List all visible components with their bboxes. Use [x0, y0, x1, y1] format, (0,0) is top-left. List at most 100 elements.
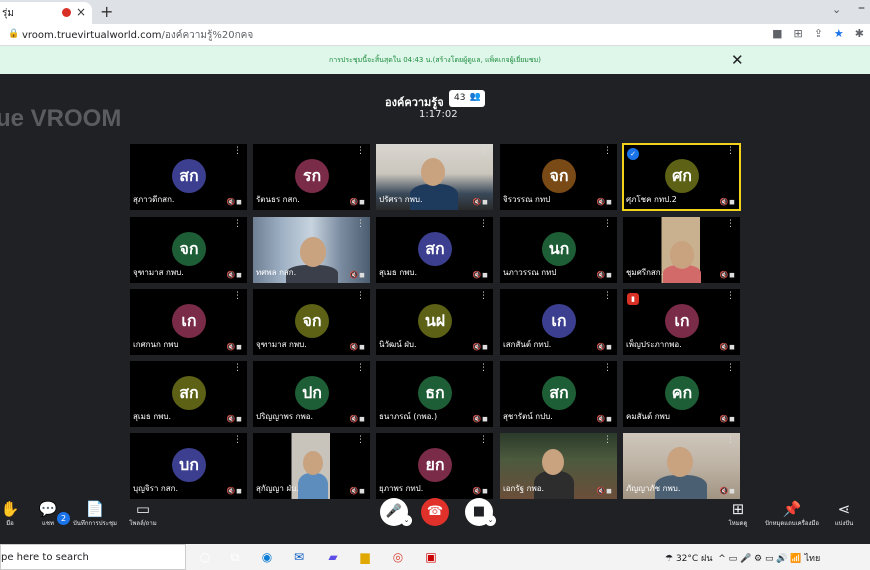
participant-tile[interactable]: ⋮ ปรัศรา กพบ. 🔇◼: [376, 144, 493, 210]
tile-menu-icon[interactable]: ⋮: [479, 435, 488, 445]
participant-tile[interactable]: ธก ⋮ ธนาภรณ์ (กพอ.) 🔇◼: [376, 361, 493, 427]
participant-tile[interactable]: เก ⋮ เกศกนก กพบ 🔇◼: [130, 289, 247, 355]
language-indicator[interactable]: ไทย: [805, 554, 821, 564]
participant-tile[interactable]: บก ⋮ บุญจิรา กสก. 🔇◼: [130, 433, 247, 499]
participant-tile[interactable]: สก ⋮ สุเมธ กพบ. 🔇◼: [376, 217, 493, 283]
tile-menu-icon[interactable]: ⋮: [356, 435, 365, 445]
translate-icon[interactable]: ⊞: [793, 27, 802, 40]
tile-menu-icon[interactable]: ⋮: [356, 146, 365, 156]
poll-button[interactable]: ▭ โพลล์/ถาม: [128, 500, 158, 528]
tab-close-button[interactable]: ×: [76, 5, 86, 19]
tile-menu-icon[interactable]: ⋮: [233, 291, 242, 301]
participant-tile[interactable]: สก ⋮ สุชารัตน์ กปบ. 🔇◼: [500, 361, 617, 427]
tile-menu-icon[interactable]: ⋮: [479, 363, 488, 373]
chat-button[interactable]: 💬 แชท: [37, 500, 59, 528]
tile-menu-icon[interactable]: ⋮: [726, 219, 735, 229]
participant-tile[interactable]: จก ⋮ จุฑามาส กพบ. 🔇◼: [130, 217, 247, 283]
tile-menu-icon[interactable]: ⋮: [726, 146, 735, 156]
tile-menu-icon[interactable]: ⋮: [603, 291, 612, 301]
participant-tile[interactable]: ⋮ ภัญญาภัช กพบ. 🔇◼: [623, 433, 740, 499]
file-explorer-icon[interactable]: ▆: [356, 548, 374, 566]
tile-menu-icon[interactable]: ⋮: [356, 291, 365, 301]
new-tab-button[interactable]: +: [100, 2, 113, 21]
bookmark-star-icon[interactable]: ★: [834, 27, 844, 40]
end-call-button[interactable]: ☎: [421, 498, 449, 526]
tile-menu-icon[interactable]: ⋮: [356, 363, 365, 373]
powerautomate-icon[interactable]: ▰: [324, 548, 342, 566]
participant-name: เอกรัฐ กพอ.: [503, 484, 545, 493]
cortana-icon[interactable]: ○: [196, 548, 214, 566]
participant-tile[interactable]: ปก ⋮ ปริญญาพร กพอ. 🔇◼: [253, 361, 370, 427]
participant-tile[interactable]: คก ⋮ คมสันต์ กพบ 🔇◼: [623, 361, 740, 427]
notes-button[interactable]: 📄 บันทึกการประชุม: [72, 500, 118, 528]
mic-options-chevron[interactable]: ⌄: [401, 515, 412, 526]
participant-tile[interactable]: เก ⋮ เสกสันต์ กทป. 🔇◼: [500, 289, 617, 355]
raise-hand-button[interactable]: ✋ มือ: [0, 500, 20, 528]
weather-text[interactable]: 32°C ฝน: [676, 554, 713, 564]
camera-permission-icon[interactable]: ■: [772, 27, 782, 40]
participant-count-button[interactable]: 43 👥: [449, 90, 485, 107]
pin-label: ปักหมุดแถบเครื่องมือ: [765, 520, 819, 527]
tile-menu-icon[interactable]: ⋮: [233, 146, 242, 156]
participant-avatar: ยก: [418, 448, 452, 482]
muted-icons: 🔇◼: [472, 271, 489, 279]
participant-name: จุฑามาส กพบ.: [256, 340, 307, 349]
participant-tile[interactable]: จก ⋮ จิรวรรณ กทป 🔇◼: [500, 144, 617, 210]
share-page-icon[interactable]: ⇪: [814, 27, 823, 40]
url-path: /องค์ความรู้%20กคจ: [161, 30, 254, 41]
browser-tab[interactable]: รุ่ม ×: [0, 2, 92, 24]
tile-menu-icon[interactable]: ⋮: [726, 435, 735, 445]
tile-menu-icon[interactable]: ⋮: [603, 146, 612, 156]
tray-icons[interactable]: ^ ▭ 🎤 ⚙ ▭ 🔊 📶: [715, 554, 801, 564]
tile-menu-icon[interactable]: ⋮: [356, 219, 365, 229]
camera-icon: ■: [472, 504, 486, 519]
edge-icon[interactable]: ◉: [258, 548, 276, 566]
participant-tile[interactable]: จก ⋮ จุฑามาส กพบ. 🔇◼: [253, 289, 370, 355]
participant-tile[interactable]: ⋮ ชุมศรีกสก. 🔇◼: [623, 217, 740, 283]
share-button[interactable]: ⋖ แบ่งปัน: [832, 500, 856, 528]
tile-menu-icon[interactable]: ⋮: [726, 291, 735, 301]
chrome-icon[interactable]: ◎: [389, 548, 407, 566]
participant-tile[interactable]: นก ⋮ นภาวรรณ กทป 🔇◼: [500, 217, 617, 283]
participant-tile[interactable]: ⋮ สุกัญญา ฝ่บ. 🔇◼: [253, 433, 370, 499]
participant-tile[interactable]: สก ⋮ สุภาวดีกสก. 🔇◼: [130, 144, 247, 210]
taskbar-search-input[interactable]: pe here to search: [0, 544, 186, 570]
participant-tile[interactable]: นฝ ⋮ นิวัฒน์ ฝ่บ. 🔇◼: [376, 289, 493, 355]
tile-menu-icon[interactable]: ⋮: [603, 435, 612, 445]
participant-avatar: จก: [172, 232, 206, 266]
tile-menu-icon[interactable]: ⋮: [603, 219, 612, 229]
tile-menu-icon[interactable]: ⋮: [726, 363, 735, 373]
participant-tile[interactable]: สก ⋮ สุเมธ กพบ. 🔇◼: [130, 361, 247, 427]
notice-close-button[interactable]: ✕: [731, 51, 744, 69]
participant-tile[interactable]: ศก ✓ ⋮ ศุภโชค กทป.2 🔇◼: [622, 143, 741, 211]
muted-icons: 🔇◼: [596, 415, 613, 423]
extensions-icon[interactable]: ✱: [855, 27, 864, 40]
url-text[interactable]: vroom.truevirtualworld.com/องค์ความรู้%2…: [22, 28, 253, 43]
tab-search-icon[interactable]: ⌄: [832, 3, 841, 16]
camera-options-chevron[interactable]: ⌄: [485, 515, 496, 526]
acrobat-icon[interactable]: ▣: [422, 548, 440, 566]
participant-tile[interactable]: เก ▮ ⋮ เพ็ญประภากพอ. 🔇◼: [623, 289, 740, 355]
tile-menu-icon[interactable]: ⋮: [479, 219, 488, 229]
tile-menu-icon[interactable]: ⋮: [233, 219, 242, 229]
tile-menu-icon[interactable]: ⋮: [479, 291, 488, 301]
address-bar[interactable]: 🔒 vroom.truevirtualworld.com/องค์ความรู้…: [0, 24, 870, 46]
participant-tile[interactable]: รก ⋮ รัตนธร กสก. 🔇◼: [253, 144, 370, 210]
participant-tile[interactable]: ⋮ เอกรัฐ กพอ. 🔇◼: [500, 433, 617, 499]
task-view-icon[interactable]: ⧉: [226, 548, 244, 566]
tile-menu-icon[interactable]: ⋮: [233, 363, 242, 373]
host-badge-icon: ✓: [627, 148, 639, 160]
participant-avatar: นก: [542, 232, 576, 266]
tile-menu-icon[interactable]: ⋮: [233, 435, 242, 445]
muted-icons: 🔇◼: [226, 271, 243, 279]
participant-tile[interactable]: ⋮ ทศพล กสก. 🔇◼: [253, 217, 370, 283]
mail-icon[interactable]: ✉: [290, 548, 308, 566]
tile-menu-icon[interactable]: ⋮: [603, 363, 612, 373]
participant-name: ปริญญาพร กพอ.: [256, 412, 314, 421]
participant-tile[interactable]: ยก ⋮ ยุภาพร กทป. 🔇◼: [376, 433, 493, 499]
tile-menu-icon[interactable]: ⋮: [479, 146, 488, 156]
pin-toolbar-button[interactable]: 📌 ปักหมุดแถบเครื่องมือ: [762, 500, 822, 528]
minimize-icon[interactable]: –: [858, 0, 865, 16]
layout-button[interactable]: ⊞ โหมดดู: [726, 500, 750, 528]
participant-avatar: สก: [418, 232, 452, 266]
